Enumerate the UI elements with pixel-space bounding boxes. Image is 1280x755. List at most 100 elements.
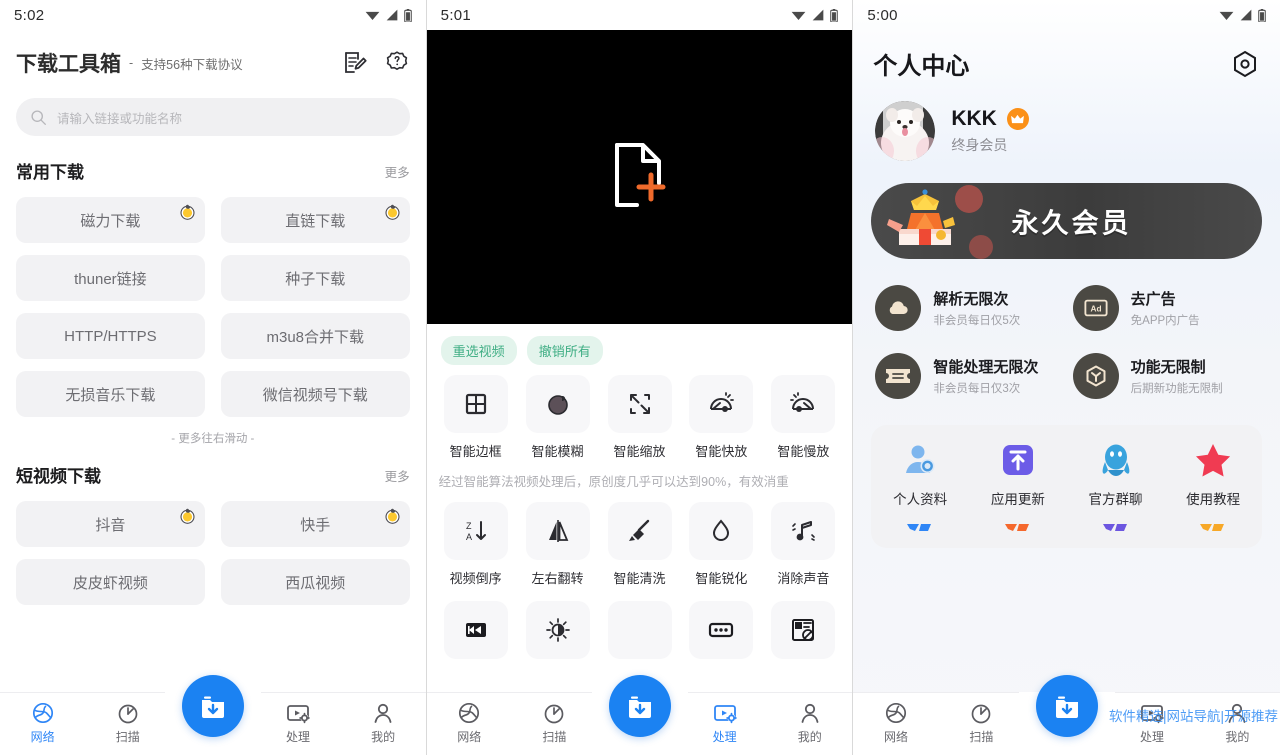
quick-action-label: 使用教程 xyxy=(1186,492,1241,507)
tool-icon-box[interactable] xyxy=(443,375,508,433)
download-option-chip[interactable]: 西瓜视频 xyxy=(220,559,410,605)
quick-action-user-profile-icon[interactable]: 个人资料 xyxy=(871,441,969,508)
section-more-link[interactable]: 更多 xyxy=(385,466,410,487)
nav-item-globe-icon[interactable]: 网络 xyxy=(427,693,512,745)
video-preview-area[interactable] xyxy=(426,30,853,324)
section-more-link[interactable]: 更多 xyxy=(385,162,410,183)
vip-banner-text: 永久会员 xyxy=(1011,208,1132,239)
tool-item[interactable]: 智能缩放 xyxy=(603,375,677,460)
quick-action-partial[interactable] xyxy=(1164,522,1262,538)
cube-icon xyxy=(1086,365,1106,387)
file-add-icon[interactable] xyxy=(609,141,671,213)
common-download-grid: 磁力下载 直链下载 thuner链接 种子下载 HTTP/HTTPS m3u8合… xyxy=(16,197,410,417)
tool-item[interactable] xyxy=(766,601,840,659)
nav-item-video-settings-icon[interactable]: 处理 xyxy=(682,693,767,745)
tool-icon-box[interactable] xyxy=(607,601,672,659)
tool-item[interactable]: 智能边框 xyxy=(439,375,513,460)
quick-action-app-update-icon[interactable]: 应用更新 xyxy=(969,441,1067,508)
quick-action-partial[interactable] xyxy=(1067,522,1165,538)
download-option-chip[interactable]: 磁力下载 xyxy=(16,197,205,243)
status-time: 5:02 xyxy=(14,6,45,24)
nav-item-scan-timer-icon[interactable]: 扫描 xyxy=(939,693,1024,745)
nav-item-person-icon[interactable]: 我的 xyxy=(767,693,852,745)
vip-banner[interactable]: 永久会员 xyxy=(871,183,1263,259)
nav-item-globe-icon[interactable]: 网络 xyxy=(853,693,938,745)
download-fab-icon[interactable] xyxy=(1035,675,1098,737)
action-chip[interactable]: 重选视频 xyxy=(440,336,517,365)
quick-action-star-icon[interactable]: 使用教程 xyxy=(1164,441,1262,508)
download-option-chip[interactable]: thuner链接 xyxy=(16,255,205,301)
quick-action-partial[interactable] xyxy=(871,522,969,538)
nav-item-globe-icon[interactable]: 网络 xyxy=(0,693,85,745)
tool-icon-box[interactable] xyxy=(607,375,672,433)
tool-item[interactable]: 消除声音 xyxy=(766,502,840,587)
tool-icon-box[interactable] xyxy=(771,502,836,560)
download-option-chip[interactable]: 皮皮虾视频 xyxy=(16,559,205,605)
tool-icon-box[interactable]: ZA xyxy=(443,502,508,560)
user-row[interactable]: KKK 终身会员 xyxy=(853,81,1280,161)
status-bar: 5:02 xyxy=(0,0,426,30)
download-option-chip[interactable]: 微信视频号下载 xyxy=(220,371,410,417)
tool-item[interactable] xyxy=(603,601,677,659)
tool-icon-box[interactable] xyxy=(689,375,754,433)
quick-action-qq-penguin-icon[interactable]: 官方群聊 xyxy=(1067,441,1165,508)
download-option-chip[interactable]: HTTP/HTTPS xyxy=(16,313,205,359)
nav-item-person-icon[interactable]: 我的 xyxy=(341,693,426,745)
status-icons xyxy=(1219,8,1266,22)
avatar[interactable] xyxy=(875,101,936,161)
nav-item-label: 处理 xyxy=(285,730,310,744)
app-update-icon xyxy=(999,441,1037,479)
cloud-icon xyxy=(875,285,922,331)
status-icons xyxy=(365,8,412,22)
tool-item[interactable]: ZA 视频倒序 xyxy=(439,502,513,587)
search-input[interactable]: 请输入链接或功能名称 xyxy=(16,98,410,136)
wifi-icon xyxy=(1219,11,1234,20)
tool-item[interactable] xyxy=(439,601,513,659)
nav-item-video-settings-icon[interactable]: 处理 xyxy=(255,693,340,745)
tool-icon-box[interactable] xyxy=(443,601,508,659)
nav-item-scan-timer-icon[interactable]: 扫描 xyxy=(85,693,170,745)
help-badge-icon[interactable] xyxy=(384,50,410,76)
tool-icon-box[interactable] xyxy=(525,502,590,560)
tool-grid-row1: 智能边框 智能模糊 智能缩放 智能快放 智能慢放 xyxy=(427,365,853,460)
tool-label: 视频倒序 xyxy=(449,571,502,586)
download-fab-icon[interactable] xyxy=(181,675,244,737)
tool-icon-box[interactable] xyxy=(689,601,754,659)
section-title: 短视频下载 xyxy=(14,462,101,487)
nav-item-scan-timer-icon[interactable]: 扫描 xyxy=(512,693,597,745)
tool-item[interactable] xyxy=(684,601,758,659)
tool-item[interactable] xyxy=(521,601,595,659)
download-option-chip[interactable]: 快手 xyxy=(220,501,410,547)
short-video-grid: 抖音 快手 皮皮虾视频 西瓜视频 xyxy=(16,501,410,605)
download-option-chip[interactable]: 直链下载 xyxy=(220,197,410,243)
tool-item[interactable]: 智能慢放 xyxy=(766,375,840,460)
tool-item[interactable]: 智能模糊 xyxy=(521,375,595,460)
tool-icon-box[interactable] xyxy=(525,601,590,659)
action-chips: 重选视频 撤销所有 xyxy=(427,324,853,365)
quick-action-partial[interactable] xyxy=(969,522,1067,538)
hex-settings-icon[interactable] xyxy=(1230,49,1260,79)
tool-item[interactable]: 智能快放 xyxy=(684,375,758,460)
download-option-chip[interactable]: m3u8合并下载 xyxy=(220,313,410,359)
note-edit-icon[interactable] xyxy=(342,50,368,76)
download-option-chip[interactable]: 抖音 xyxy=(16,501,205,547)
user-name: KKK xyxy=(951,107,997,130)
download-option-chip[interactable]: 种子下载 xyxy=(220,255,410,301)
svg-text:Z: Z xyxy=(466,521,472,531)
action-chip[interactable]: 撤销所有 xyxy=(526,336,603,365)
tool-icon-box[interactable] xyxy=(771,601,836,659)
tool-icon-box[interactable] xyxy=(771,375,836,433)
download-fab-icon[interactable] xyxy=(608,675,671,737)
gift-crown-icon xyxy=(887,185,994,259)
tool-icon-box[interactable] xyxy=(607,502,672,560)
battery-icon xyxy=(403,8,412,22)
tool-item[interactable]: 智能清洗 xyxy=(603,502,677,587)
hot-flame-icon xyxy=(385,204,400,220)
tool-icon-box[interactable] xyxy=(689,502,754,560)
tool-item[interactable]: 智能锐化 xyxy=(684,502,758,587)
tool-item[interactable]: 左右翻转 xyxy=(521,502,595,587)
tool-label: 智能模糊 xyxy=(531,444,584,459)
benefit-item: 智能处理无限次 非会员每日仅3次 xyxy=(875,353,1060,399)
download-option-chip[interactable]: 无损音乐下载 xyxy=(16,371,205,417)
tool-icon-box[interactable] xyxy=(525,375,590,433)
